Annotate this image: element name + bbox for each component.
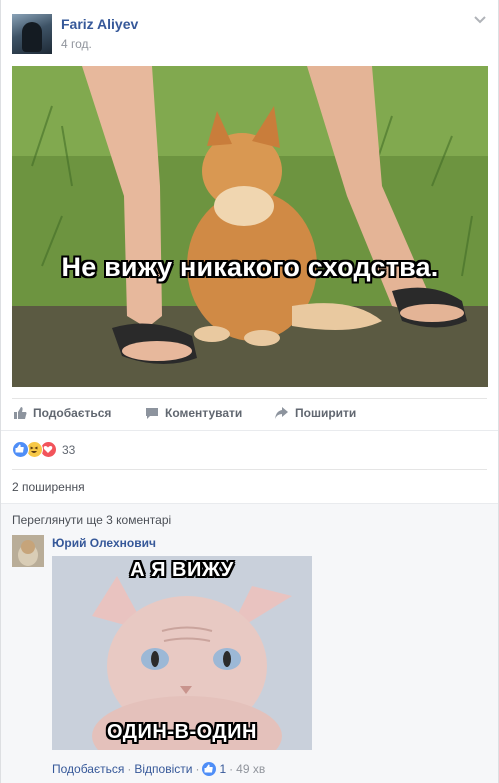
comment-image[interactable]: А Я ВИЖУ ОДИН-В-ОДИН — [52, 556, 312, 750]
divider — [12, 398, 487, 399]
commenter-avatar[interactable] — [12, 535, 44, 567]
chevron-down-icon[interactable] — [472, 12, 488, 28]
comment-label: Коментувати — [165, 406, 243, 420]
comment-image-bottom-text: ОДИН-В-ОДИН — [107, 721, 257, 743]
post-image[interactable]: Не вижу никакого сходства. — [12, 66, 488, 387]
reactions-summary[interactable]: 33 — [12, 441, 75, 458]
feed-post: Fariz Aliyev 4 год. Не вижу никакого схо… — [0, 0, 499, 783]
like-button[interactable]: Подобається — [13, 406, 111, 420]
comment-timestamp[interactable]: 49 хв — [236, 762, 265, 776]
share-button[interactable]: Поширити — [274, 406, 356, 420]
comment-button[interactable]: Коментувати — [145, 406, 242, 420]
share-label: Поширити — [295, 406, 357, 420]
comment-like-link[interactable]: Подобається — [52, 762, 124, 776]
comment-like-count[interactable]: 1 — [219, 762, 226, 776]
comment-icon — [146, 408, 158, 419]
divider — [12, 469, 487, 470]
divider — [1, 503, 498, 504]
author-avatar[interactable] — [12, 14, 52, 54]
reaction-count: 33 — [62, 442, 76, 457]
share-icon — [275, 407, 288, 419]
post-timestamp[interactable]: 4 год. — [61, 37, 92, 51]
comment-image-top-text: А Я ВИЖУ — [130, 559, 234, 581]
like-reaction-icon — [12, 441, 29, 458]
comment-meta: Подобається · Відповісти · 1 · 49 хв — [52, 762, 266, 776]
author-name[interactable]: Fariz Aliyev — [61, 16, 138, 32]
thumbs-up-icon — [14, 407, 27, 419]
divider — [1, 430, 498, 431]
image-caption: Не вижу никакого сходства. — [61, 252, 439, 282]
comment-reply-link[interactable]: Відповісти — [134, 762, 192, 776]
view-more-comments-link[interactable]: Переглянути ще 3 коментарі — [12, 513, 171, 527]
shares-count[interactable]: 2 поширення — [12, 480, 85, 494]
commenter-name[interactable]: Юрий Олехнович — [52, 536, 156, 550]
like-reaction-icon — [202, 762, 217, 776]
like-label: Подобається — [33, 406, 112, 420]
